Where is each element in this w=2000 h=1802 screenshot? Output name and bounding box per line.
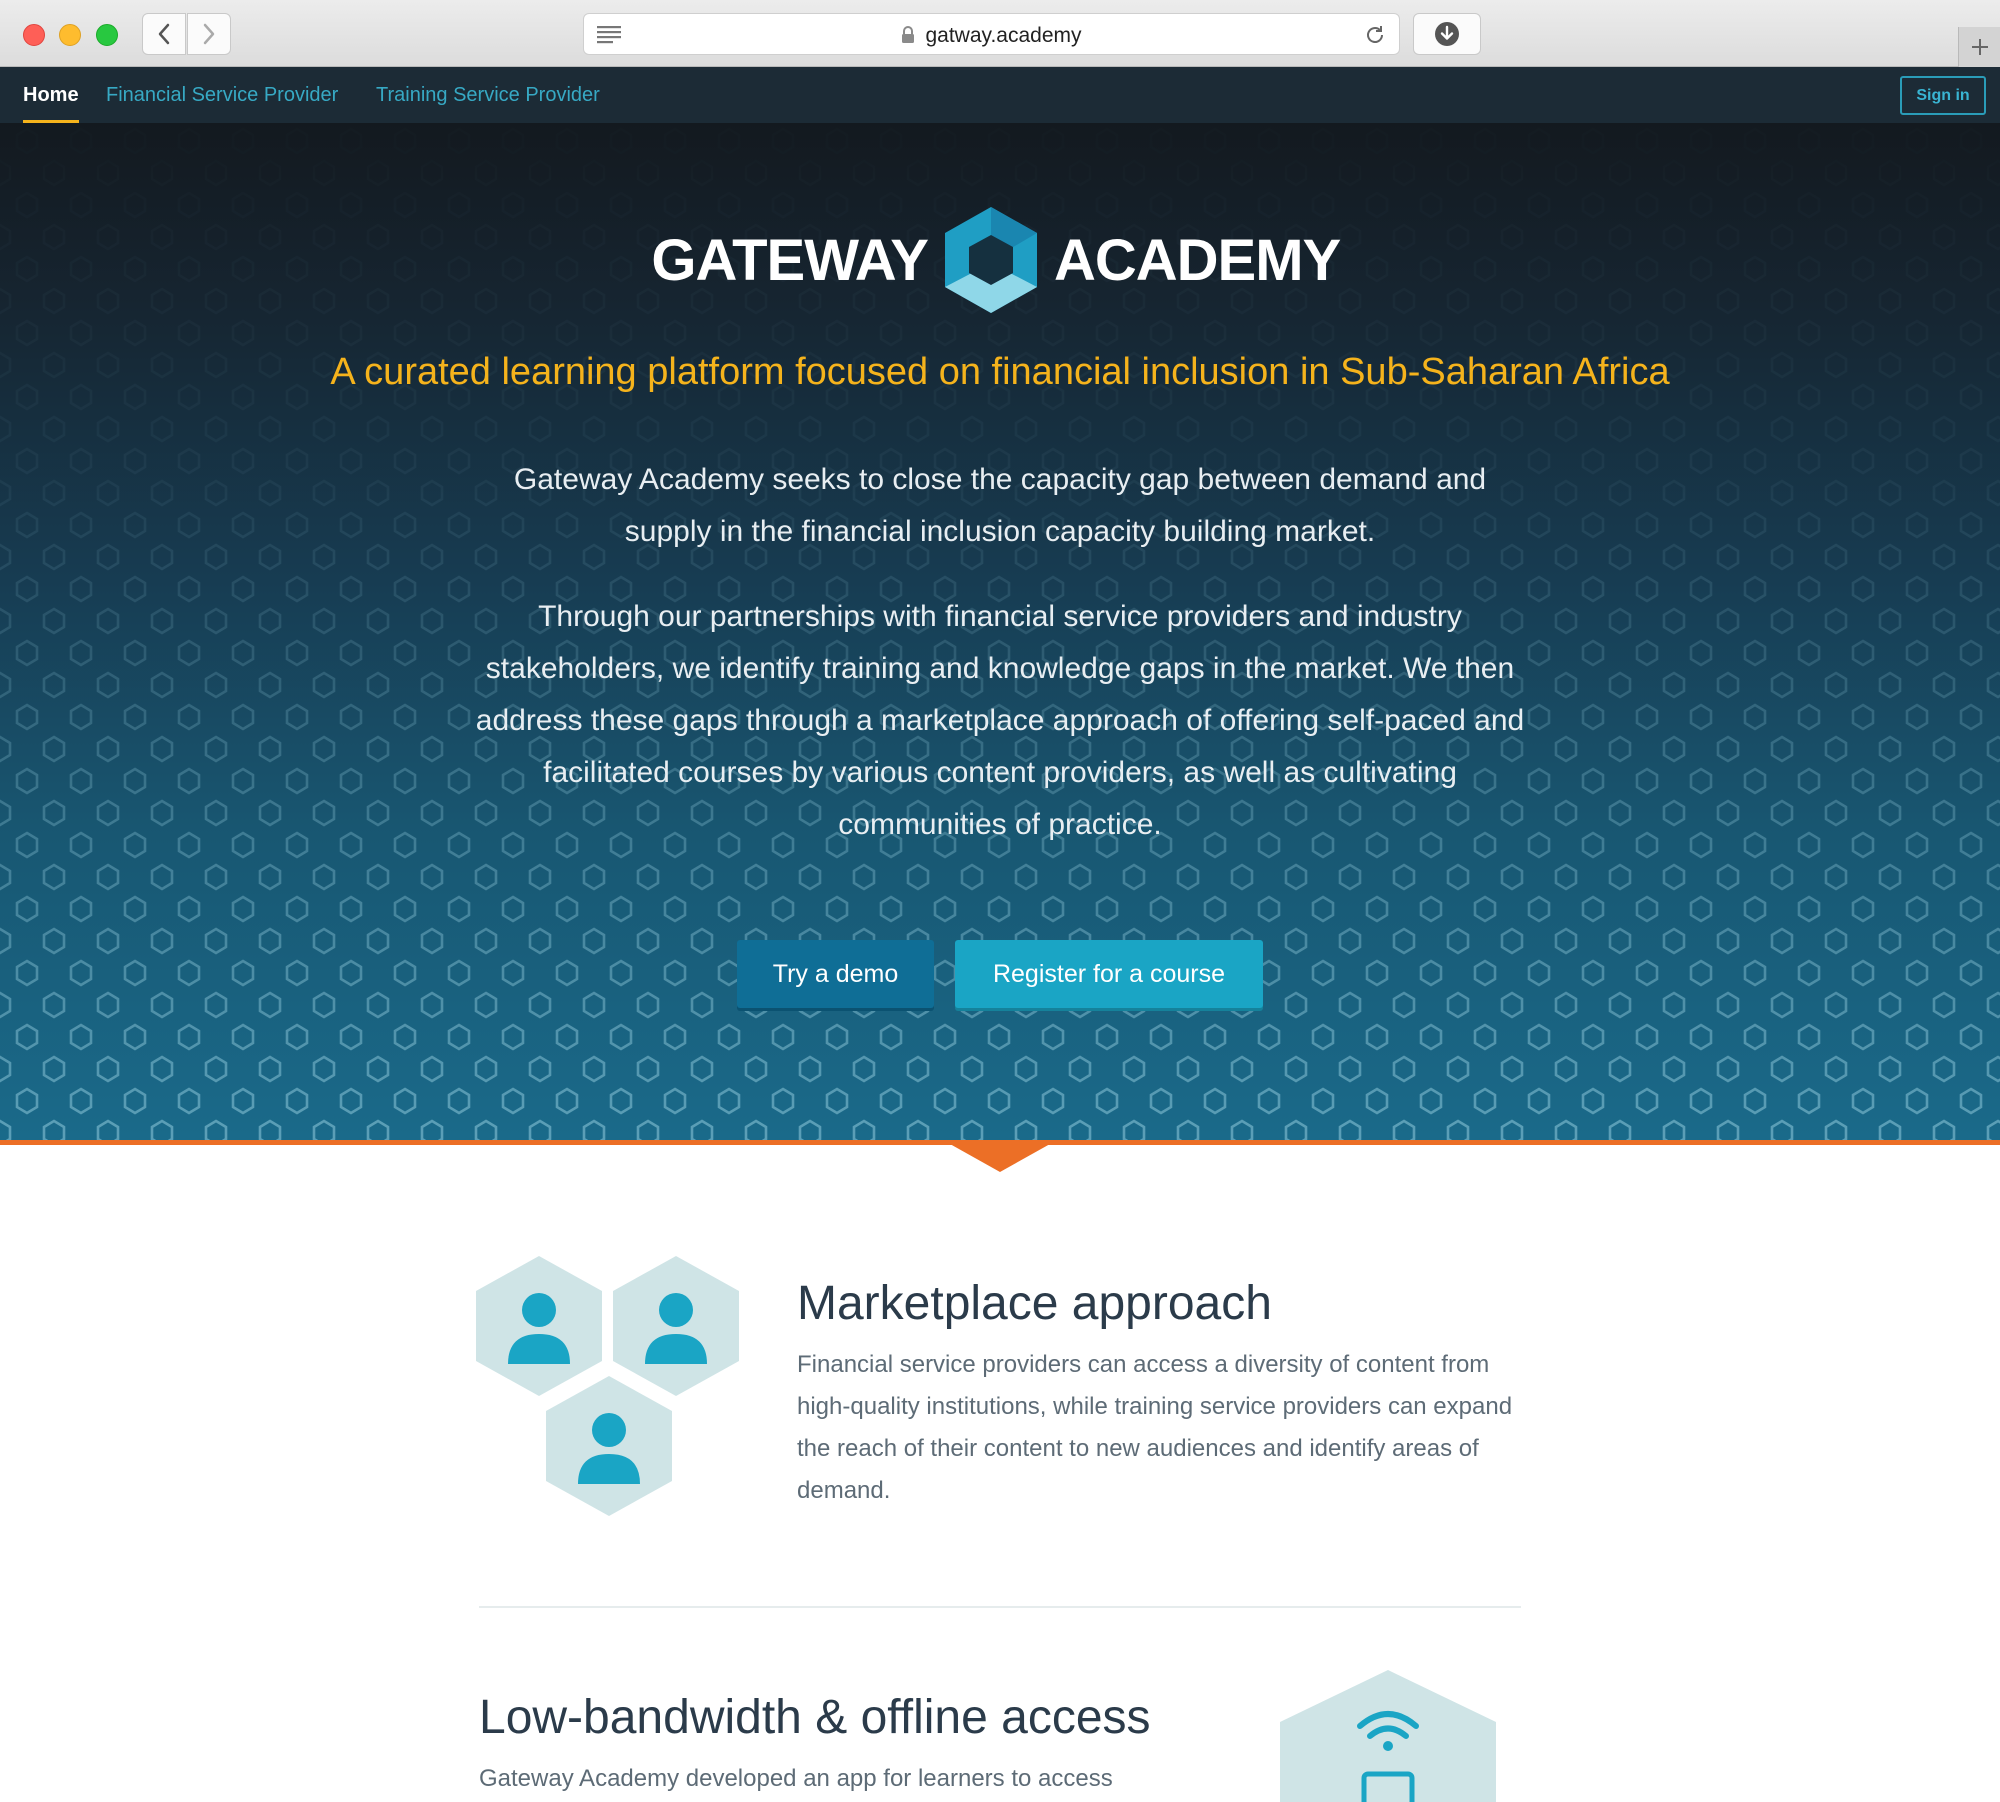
hero-intro-paragraph: Gateway Academy seeks to close the capac…: [513, 463, 1487, 548]
feature-title-offline-access: Low-bandwidth & offline access: [479, 1691, 1151, 1744]
nav-home[interactable]: Home: [23, 84, 79, 123]
section-pointer-icon: [950, 1144, 1050, 1172]
hero-tagline: A curated learning platform focused on f…: [330, 351, 1670, 393]
lock-icon: [902, 26, 915, 43]
sign-in-button[interactable]: Sign in: [1900, 76, 1986, 115]
minimize-window-button[interactable]: [59, 24, 81, 46]
url-text: gatway.academy: [925, 24, 1082, 47]
try-demo-button[interactable]: Try a demo: [737, 940, 934, 1008]
nav-training-service-provider[interactable]: Training Service Provider: [376, 84, 600, 107]
hero-mission-paragraph: Through our partnerships with financial …: [475, 600, 1525, 841]
forward-button[interactable]: [187, 13, 231, 55]
hero-section: GATEWAY ACADEMY A curated learning platf…: [0, 123, 2000, 1140]
browser-toolbar: gatway.academy: [0, 0, 2000, 67]
gateway-academy-logo: GATEWAY ACADEMY: [0, 205, 2000, 315]
feature-body-marketplace: Financial service providers can access a…: [797, 1351, 1513, 1504]
wifi-tablet-icon: [1280, 1670, 1496, 1802]
site-navbar: Home Financial Service Provider Training…: [0, 67, 2000, 123]
feature-title-marketplace: Marketplace approach: [797, 1277, 1272, 1330]
users-hexagon-icon: [476, 1256, 739, 1516]
downloads-button[interactable]: [1413, 13, 1481, 55]
logo-text-gateway: GATEWAY: [651, 228, 929, 293]
zoom-window-button[interactable]: [96, 24, 118, 46]
logo-text-academy: ACADEMY: [1054, 228, 1341, 293]
download-icon: [1435, 22, 1459, 46]
address-bar[interactable]: gatway.academy: [583, 13, 1400, 55]
plus-icon: [1971, 39, 1988, 55]
chevron-right-icon: [203, 23, 215, 45]
feature-divider: [479, 1606, 1521, 1608]
register-course-button[interactable]: Register for a course: [955, 940, 1263, 1008]
reload-icon[interactable]: [1363, 23, 1387, 47]
new-tab-button[interactable]: [1958, 27, 2000, 67]
close-window-button[interactable]: [23, 24, 45, 46]
back-button[interactable]: [142, 13, 186, 55]
feature-body-offline-access: Gateway Academy developed an app for lea…: [479, 1765, 1113, 1792]
hexagon-logo-icon: [945, 207, 1037, 313]
nav-financial-service-provider[interactable]: Financial Service Provider: [106, 84, 338, 107]
chevron-left-icon: [158, 23, 170, 45]
